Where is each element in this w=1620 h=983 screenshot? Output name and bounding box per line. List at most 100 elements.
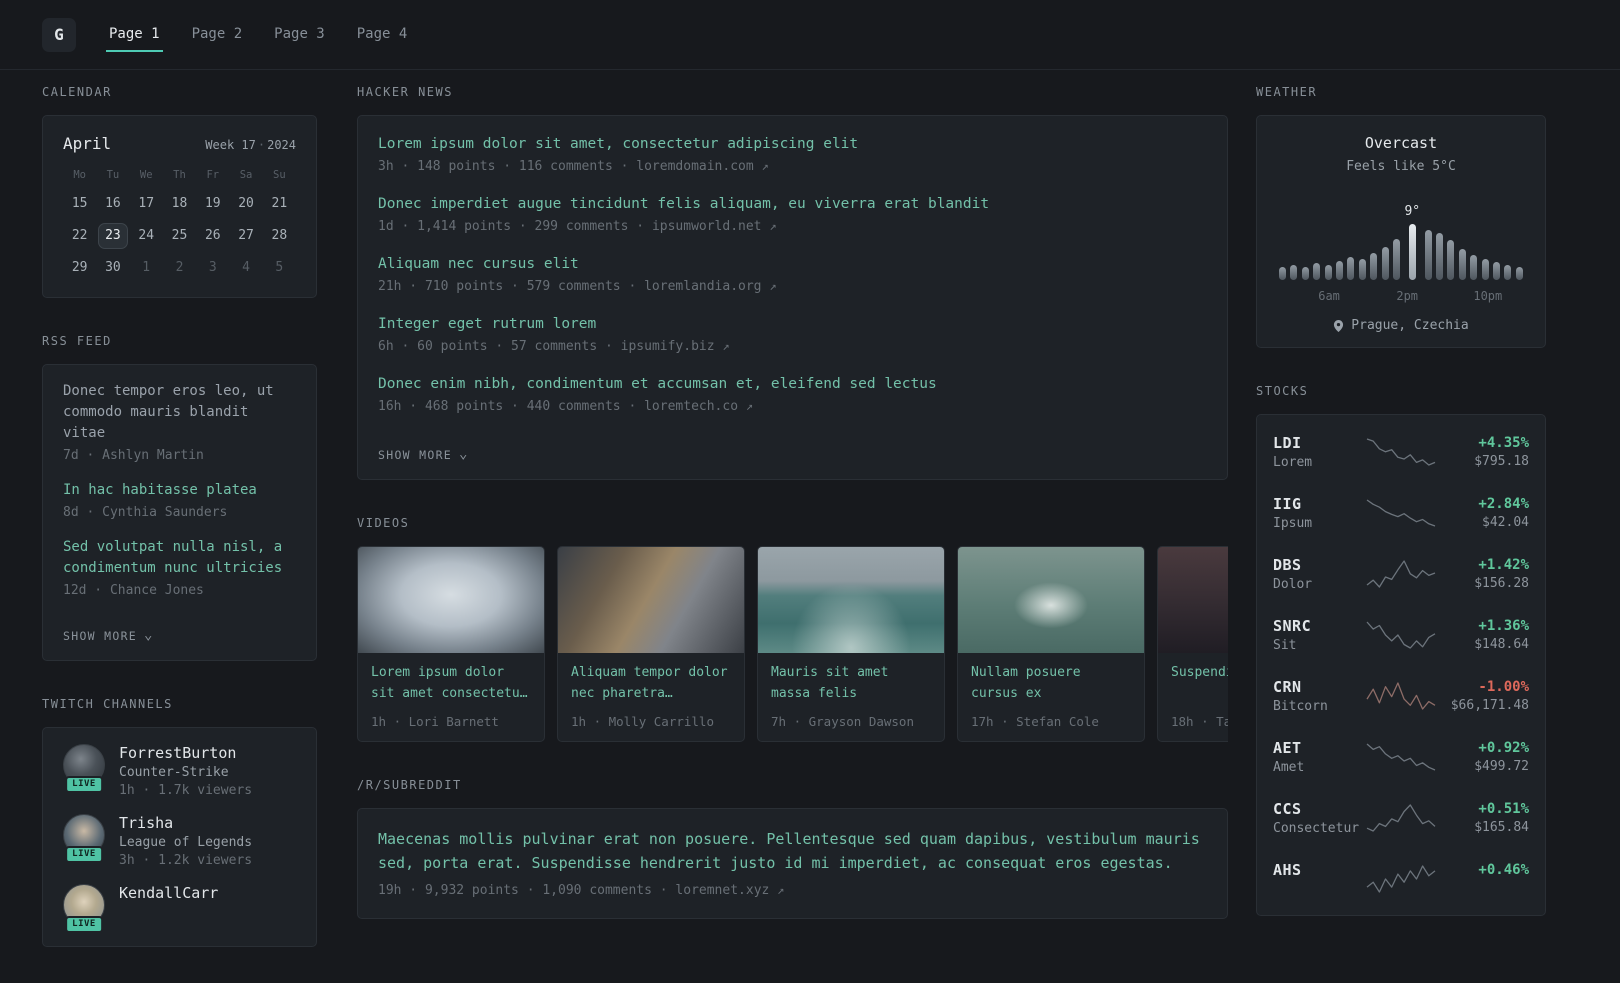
time-label-6am: 6am bbox=[1318, 289, 1340, 303]
day-of-week-label: Fr bbox=[206, 169, 220, 181]
stocks-panel: LDI Lorem +4.35% $795.18 IIG Ipsum +2.84… bbox=[1256, 414, 1546, 916]
source-domain-link[interactable]: loremnet.xyz ↗ bbox=[675, 883, 784, 898]
day-of-week-label: Tu bbox=[106, 169, 120, 181]
stock-identity: DBS Dolor bbox=[1273, 556, 1365, 592]
day-of-week-label: Su bbox=[273, 169, 286, 181]
stock-symbol: CRN bbox=[1273, 677, 1302, 696]
video-card[interactable]: Suspendisse diam 18h · Tara bbox=[1157, 546, 1228, 743]
video-title[interactable]: Suspendisse diam bbox=[1171, 663, 1228, 705]
rss-panel: Donec tempor eros leo, ut commodo mauris… bbox=[42, 364, 317, 661]
item-stats: 19h · 9,932 points · 1,090 comments · bbox=[378, 883, 676, 899]
stock-values: +2.84% $42.04 bbox=[1437, 496, 1529, 530]
rss-item: In hac habitasse platea 8d · Cynthia Sau… bbox=[63, 480, 296, 520]
page-tab[interactable]: Page 3 bbox=[271, 18, 328, 52]
video-card[interactable]: Mauris sit amet massa felis 7h · Grayson… bbox=[757, 546, 945, 743]
video-thumbnail[interactable] bbox=[558, 547, 744, 654]
twitch-channel-row[interactable]: LIVE KendallCarr bbox=[63, 884, 296, 933]
stock-sparkline bbox=[1366, 437, 1436, 466]
live-badge: LIVE bbox=[65, 916, 103, 933]
twitch-channel-row[interactable]: LIVE ForrestBurton Counter-Strike 1h · 1… bbox=[63, 744, 296, 798]
hackernews-widget-title: HACKER NEWS bbox=[357, 85, 453, 99]
video-title[interactable]: Lorem ipsum dolor sit amet consectetu… bbox=[371, 663, 531, 705]
video-title[interactable]: Mauris sit amet massa felis bbox=[771, 663, 931, 705]
left-column: CALENDAR April Week 17 · 2024 Mo Tu We Th Fr Sa… bbox=[42, 85, 317, 983]
stocks-widget-title: STOCKS bbox=[1256, 384, 1309, 398]
video-thumbnail[interactable] bbox=[1158, 547, 1228, 654]
video-card[interactable]: Aliquam tempor dolor nec pharetra… 1h · … bbox=[557, 546, 745, 743]
live-badge: LIVE bbox=[65, 846, 103, 863]
subreddit-post: Maecenas mollis pulvinar erat non posuer… bbox=[378, 827, 1207, 898]
source-domain-link[interactable]: loremdomain.com ↗ bbox=[636, 159, 768, 174]
hackernews-item-meta: 6h · 60 points · 57 comments · ipsumify.… bbox=[378, 339, 1207, 354]
hackernews-item-title[interactable]: Integer eget rutrum lorem bbox=[378, 314, 1207, 335]
chevron-down-icon: ⌄ bbox=[144, 627, 154, 643]
rss-item-title[interactable]: In hac habitasse platea bbox=[63, 480, 296, 501]
calendar-day: 2 bbox=[175, 260, 184, 275]
rss-show-more-button[interactable]: SHOW MORE ⌄ bbox=[63, 627, 154, 643]
video-card[interactable]: Lorem ipsum dolor sit amet consectetu… 1… bbox=[357, 546, 545, 743]
hackernews-item-title[interactable]: Lorem ipsum dolor sit amet, consectetur … bbox=[378, 134, 1207, 155]
source-domain-link[interactable]: ipsumworld.net ↗ bbox=[652, 219, 777, 234]
source-domain-link[interactable]: loremlandia.org ↗ bbox=[644, 279, 776, 294]
video-card-body: Suspendisse diam 18h · Tara bbox=[1158, 653, 1228, 741]
stock-values: +0.92% $499.72 bbox=[1437, 740, 1529, 774]
hackernews-items: Lorem ipsum dolor sit amet, consectetur … bbox=[378, 134, 1207, 414]
rss-item: Sed volutpat nulla nisl, a condimentum n… bbox=[63, 537, 296, 598]
twitch-widget-title: TWITCH CHANNELS bbox=[42, 697, 173, 711]
temperature-bar bbox=[1290, 265, 1298, 280]
rss-item-title[interactable]: Sed volutpat nulla nisl, a condimentum n… bbox=[63, 537, 296, 579]
calendar-day: 25 bbox=[171, 228, 188, 243]
hackernews-panel: Lorem ipsum dolor sit amet, consectetur … bbox=[357, 115, 1228, 481]
video-thumbnail[interactable] bbox=[958, 547, 1144, 654]
temperature-bar bbox=[1458, 249, 1466, 280]
stock-symbol: LDI bbox=[1273, 433, 1302, 452]
page-tab[interactable]: Page 4 bbox=[354, 18, 411, 52]
source-domain-link[interactable]: loremtech.co ↗ bbox=[644, 399, 753, 414]
page-tab[interactable]: Page 2 bbox=[189, 18, 246, 52]
stock-name: Lorem bbox=[1273, 454, 1313, 470]
hackernews-item-title[interactable]: Aliquam nec cursus elit bbox=[378, 254, 1207, 275]
weather-condition: Overcast bbox=[1364, 134, 1438, 152]
calendar-day: 29 bbox=[71, 260, 88, 275]
stock-identity: SNRC Sit bbox=[1273, 617, 1365, 653]
subreddit-post-title[interactable]: Maecenas mollis pulvinar erat non posuer… bbox=[378, 827, 1207, 875]
hackernews-item-title[interactable]: Donec imperdiet augue tincidunt felis al… bbox=[378, 194, 1207, 215]
location-name: Prague, Czechia bbox=[1351, 318, 1469, 333]
temperature-bar bbox=[1279, 267, 1286, 280]
channel-name[interactable]: Trisha bbox=[119, 814, 252, 832]
temperature-bar bbox=[1393, 239, 1401, 280]
channel-name[interactable]: KendallCarr bbox=[119, 884, 218, 902]
stock-values: +4.35% $795.18 bbox=[1437, 435, 1529, 469]
stock-values: +1.42% $156.28 bbox=[1437, 557, 1529, 591]
video-card[interactable]: Nullam posuere cursus ex 17h · Stefan Co… bbox=[957, 546, 1145, 743]
source-domain: loremnet.xyz bbox=[675, 883, 770, 899]
hackernews-item-title[interactable]: Donec enim nibh, condimentum et accumsan… bbox=[378, 374, 1207, 395]
video-thumbnail[interactable] bbox=[758, 547, 944, 654]
time-label-10pm: 10pm bbox=[1473, 289, 1503, 303]
video-title[interactable]: Nullam posuere cursus ex bbox=[971, 663, 1131, 705]
video-title[interactable]: Aliquam tempor dolor nec pharetra… bbox=[571, 663, 731, 705]
rss-item-title[interactable]: Donec tempor eros leo, ut commodo mauris… bbox=[63, 381, 296, 444]
videos-widget-title: VIDEOS bbox=[357, 516, 410, 531]
temperature-bar bbox=[1515, 267, 1523, 280]
temperature-bar bbox=[1301, 267, 1309, 280]
hackernews-show-more-button[interactable]: SHOW MORE ⌄ bbox=[378, 447, 469, 462]
hackernews-widget: HACKER NEWS Lorem ipsum dolor sit amet, … bbox=[357, 85, 1228, 481]
page-tab[interactable]: Page 1 bbox=[106, 18, 163, 52]
calendar-day: 27 bbox=[238, 228, 254, 243]
channel-avatar-wrap: LIVE bbox=[63, 814, 105, 863]
twitch-channel-row[interactable]: LIVE Trisha League of Legends 3h · 1.2k … bbox=[63, 814, 296, 868]
item-stats: 3h · 148 points · 116 comments · bbox=[378, 159, 637, 175]
channel-name[interactable]: ForrestBurton bbox=[119, 744, 252, 762]
temperature-bar bbox=[1358, 259, 1366, 280]
app-logo[interactable]: G bbox=[42, 17, 76, 52]
video-meta: 1h · Lori Barnett bbox=[371, 714, 499, 730]
video-thumbnail[interactable] bbox=[358, 547, 544, 654]
day-of-week-label: Th bbox=[173, 169, 186, 181]
weather-location: Prague, Czechia bbox=[1277, 318, 1525, 333]
source-domain: loremtech.co bbox=[644, 399, 739, 415]
stock-price: $66,171.48 bbox=[1450, 697, 1529, 713]
source-domain-link[interactable]: ipsumify.biz ↗ bbox=[621, 339, 730, 354]
stock-change: +2.84% bbox=[1478, 495, 1529, 512]
stock-change: +0.46% bbox=[1478, 861, 1529, 878]
